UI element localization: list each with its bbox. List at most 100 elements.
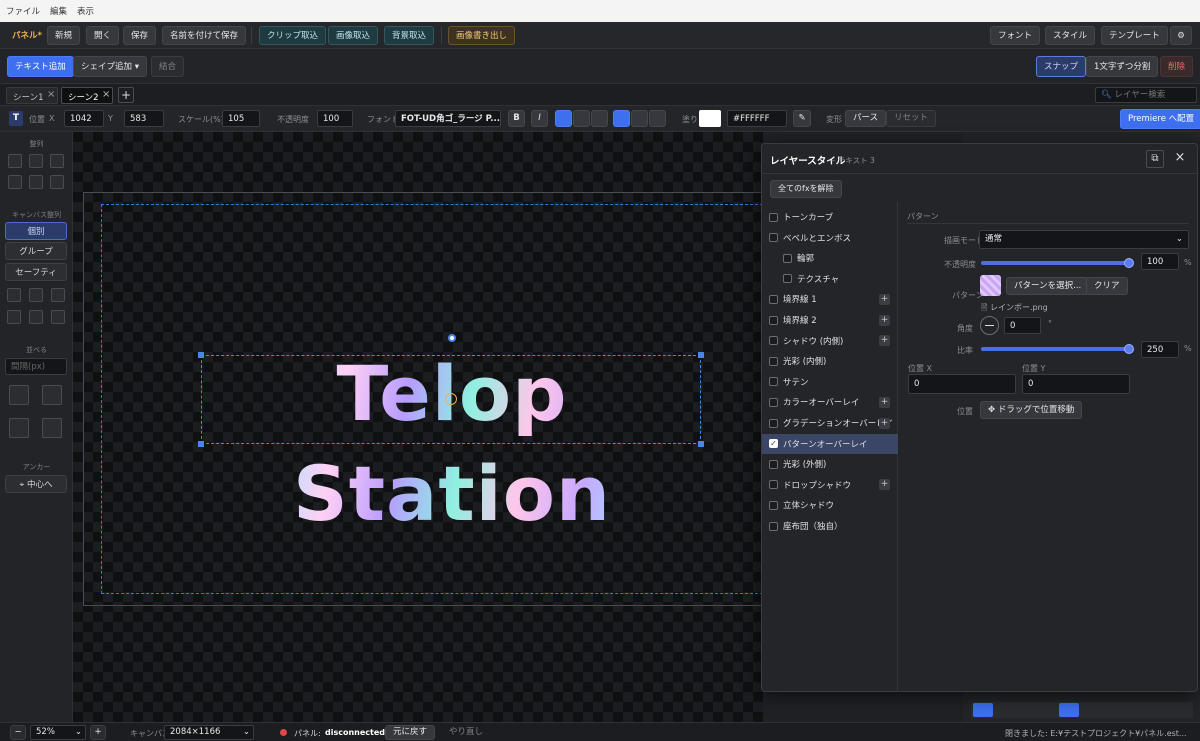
align-hcenter-icon[interactable] [29,154,43,168]
add-text-button[interactable]: テキスト追加 [7,56,74,77]
anchor-point-icon[interactable] [445,393,457,405]
menu-view[interactable]: 表示 [77,5,94,17]
add-tab-button[interactable]: + [118,87,134,103]
perspective-button[interactable]: パース [845,110,887,127]
font-select[interactable]: FOT-UD角ゴ_ラージ P... [395,110,501,127]
select-pattern-button[interactable]: パターンを選択... [1006,277,1090,295]
drag-position-button[interactable]: ✥ ドラッグで位置移動 [980,401,1083,419]
align-top-icon[interactable] [8,175,22,189]
open-button[interactable]: 開く [86,26,120,45]
effect-checkbox[interactable] [769,480,778,490]
ratio-slider-knob[interactable] [1124,344,1134,354]
background-import-button[interactable]: 背景取込 [384,26,435,45]
effect-item[interactable]: ドロップシャドウ + [762,475,898,495]
align-left-icon[interactable] [973,703,993,717]
effect-item[interactable]: テクスチャ [762,269,898,289]
effect-item[interactable]: ベベルとエンボス [762,228,898,248]
add-effect-icon[interactable]: + [879,314,890,326]
snap-toggle[interactable]: スナップ [1036,56,1087,77]
merge-button[interactable]: 結合 [151,56,185,77]
style-button[interactable]: スタイル [1045,26,1096,45]
template-button[interactable]: テンプレート [1101,26,1168,45]
scale-input[interactable]: 105 [222,110,260,127]
clear-all-fx-button[interactable]: 全てのfxを解除 [770,180,842,198]
align-right-icon[interactable] [591,110,608,127]
align-icon[interactable] [51,310,65,324]
image-import-button[interactable]: 画像取込 [328,26,379,45]
fill-color-swatch[interactable] [699,110,721,127]
image-export-button[interactable]: 画像書き出し [448,26,516,45]
effect-checkbox[interactable]: ✓ [769,439,778,449]
tab-scene2[interactable]: シーン2 × [61,87,113,104]
distribute-h-icon[interactable] [9,385,29,405]
gear-icon[interactable]: ⚙ [1170,26,1192,45]
split-chars-button[interactable]: 1文字ずつ分割 [1086,56,1159,77]
align-vcenter-icon[interactable] [29,175,43,189]
font-button[interactable]: フォント [990,26,1041,45]
close-icon[interactable]: × [102,89,110,100]
distribute-icon[interactable] [42,418,62,438]
add-effect-icon[interactable]: + [879,417,890,429]
effect-item[interactable]: 立体シャドウ [762,495,898,515]
effect-checkbox[interactable] [769,500,778,510]
opacity-slider-knob[interactable] [1124,258,1134,268]
menu-edit[interactable]: 編集 [50,5,67,17]
effect-item[interactable]: 座布団（独自） [762,516,898,536]
close-icon[interactable]: × [47,89,55,100]
bold-button[interactable]: B [508,110,525,127]
align-icon[interactable] [29,310,43,324]
detach-icon[interactable]: ⧉ [1146,150,1164,168]
effect-checkbox[interactable] [769,377,778,387]
align-left-icon[interactable] [8,154,22,168]
effect-checkbox[interactable] [769,336,778,346]
add-effect-icon[interactable]: + [879,293,890,305]
effect-checkbox[interactable] [769,459,778,469]
angle-input[interactable]: 0 [1004,317,1041,334]
effect-checkbox[interactable] [783,253,792,263]
effect-item[interactable]: トーンカーブ [762,207,898,227]
effect-item[interactable]: サテン [762,372,898,392]
blend-mode-select[interactable]: 通常 ⌄ [979,230,1189,249]
save-as-button[interactable]: 名前を付けて保存 [162,26,247,45]
align-left-icon[interactable] [555,110,572,127]
tab-scene1[interactable]: シーン1 × [6,87,58,104]
align-center-icon[interactable] [573,110,590,127]
undo-button[interactable]: 元に戻す [385,725,436,740]
valign-bottom-icon[interactable] [649,110,666,127]
add-shape-button[interactable]: シェイプ追加 ▾ [73,56,147,77]
center-anchor-button[interactable]: ⌖ 中心へ [5,475,67,493]
effect-checkbox[interactable] [769,418,778,428]
effect-item[interactable]: ✓ パターンオーバーレイ [762,433,898,454]
align-bottom-icon[interactable] [50,175,64,189]
valign-middle-icon[interactable] [631,110,648,127]
effect-checkbox[interactable] [769,521,778,531]
group-button[interactable]: グループ [5,242,67,260]
save-button[interactable]: 保存 [123,26,157,45]
effect-item[interactable]: シャドウ (内側) + [762,331,898,351]
pattern-thumbnail[interactable] [980,275,1001,296]
opacity-slider[interactable] [981,261,1131,265]
valign-top-icon[interactable] [613,110,630,127]
canvas-area[interactable]: Telop Station [73,132,763,722]
telop-text[interactable]: Telop Station [202,344,702,544]
effect-checkbox[interactable] [769,212,778,222]
zoom-out-button[interactable]: − [10,725,26,740]
effect-checkbox[interactable] [783,274,792,284]
ratio-input[interactable]: 250 [1141,341,1179,358]
opacity-input[interactable]: 100 [1141,253,1179,270]
zoom-select[interactable]: 52% ⌄ [30,725,86,740]
ratio-slider[interactable] [981,347,1131,351]
add-effect-icon[interactable]: + [879,479,890,491]
individual-button[interactable]: 個別 [5,222,67,240]
effect-checkbox[interactable] [769,315,778,325]
align-icon[interactable] [7,288,21,302]
pos-y-input[interactable]: 0 [1022,374,1130,394]
reset-button[interactable]: リセット [886,110,937,127]
new-button[interactable]: 新規 [47,26,81,45]
opacity-input[interactable]: 100 [317,110,353,127]
y-input[interactable]: 583 [124,110,164,127]
clip-import-button[interactable]: クリップ取込 [259,26,327,45]
distribute-icon[interactable] [9,418,29,438]
effect-checkbox[interactable] [769,294,778,304]
effect-item[interactable]: カラーオーバーレイ + [762,392,898,412]
